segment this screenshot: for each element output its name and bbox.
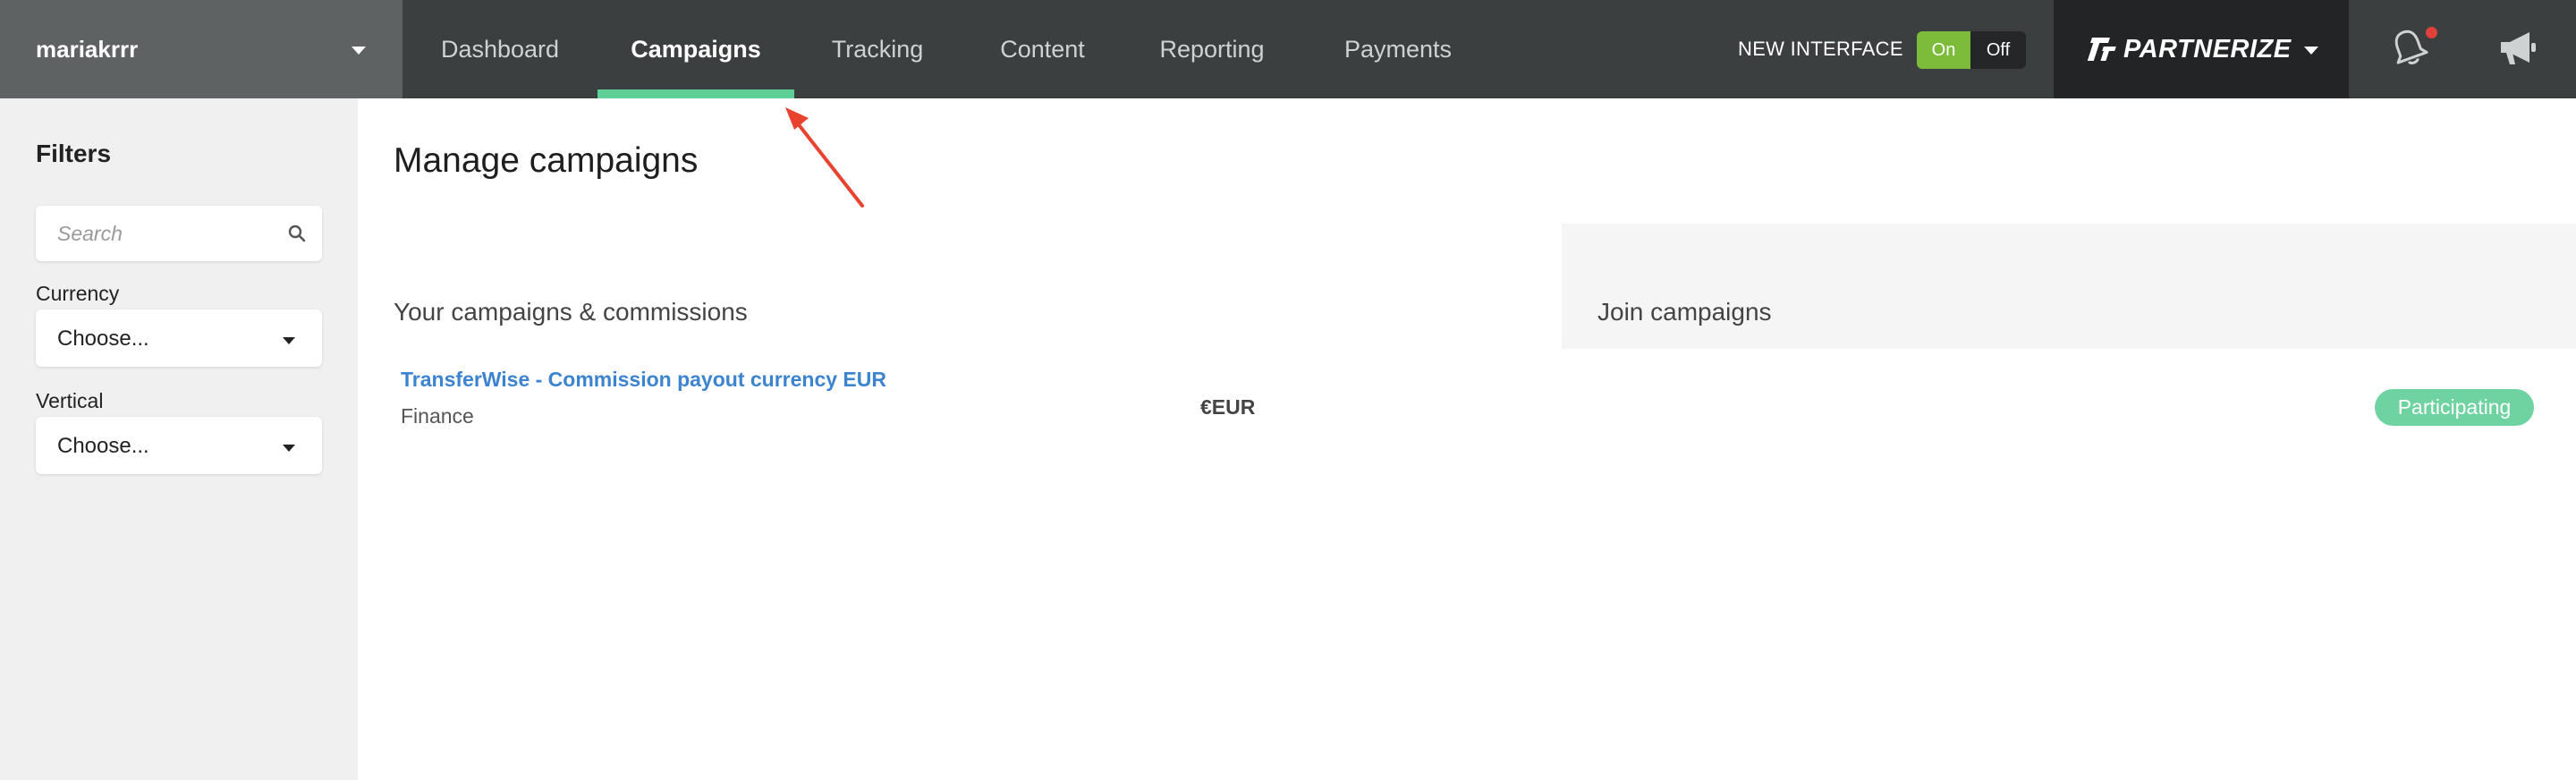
account-name: mariakrrr xyxy=(36,35,139,63)
nav-item-payments[interactable]: Payments xyxy=(1300,0,1496,98)
your-campaigns-title: Your campaigns & commissions xyxy=(394,298,748,326)
filters-sidebar: Filters Currency Choose... Vertical Choo… xyxy=(0,98,358,780)
partnerize-logo: PARTNERIZE xyxy=(2087,34,2292,64)
currency-select-value: Choose... xyxy=(57,326,149,351)
notification-dot xyxy=(2426,27,2437,38)
nav-item-content[interactable]: Content xyxy=(961,0,1124,98)
campaign-name-link[interactable]: TransferWise - Commission payout currenc… xyxy=(401,368,886,392)
nav-item-campaigns[interactable]: Campaigns xyxy=(597,0,794,98)
filters-title: Filters xyxy=(36,140,112,167)
megaphone-icon[interactable] xyxy=(2497,29,2538,68)
chevron-down-icon xyxy=(352,47,366,55)
account-switcher[interactable]: mariakrrr xyxy=(0,0,402,98)
partnerize-mark-icon xyxy=(2087,38,2118,61)
top-navigation-bar: mariakrrr Dashboard Campaigns Tracking C… xyxy=(0,0,2576,98)
campaign-currency: €EUR xyxy=(1200,395,1256,419)
nav-item-tracking[interactable]: Tracking xyxy=(794,0,961,98)
brand-name: PARTNERIZE xyxy=(2123,34,2292,64)
new-interface-label: NEW INTERFACE xyxy=(1738,38,1903,60)
join-campaigns-title[interactable]: Join campaigns xyxy=(1597,298,1772,326)
search-icon[interactable] xyxy=(287,224,307,243)
nav-item-dashboard[interactable]: Dashboard xyxy=(402,0,597,98)
new-interface-toggle[interactable]: On Off xyxy=(1917,31,2026,69)
search-field xyxy=(36,206,322,261)
vertical-select[interactable]: Choose... xyxy=(36,417,322,474)
page-title: Manage campaigns xyxy=(394,141,699,180)
vertical-select-value: Choose... xyxy=(57,434,149,458)
search-input[interactable] xyxy=(57,206,281,261)
currency-label: Currency xyxy=(36,282,120,305)
chevron-down-icon xyxy=(2304,47,2318,55)
status-badge: Participating xyxy=(2375,389,2534,426)
chevron-down-icon xyxy=(283,337,295,344)
chevron-down-icon xyxy=(283,445,295,452)
toggle-on-option[interactable]: On xyxy=(1917,31,1970,69)
main-nav: Dashboard Campaigns Tracking Content Rep… xyxy=(402,0,1496,98)
toggle-off-option[interactable]: Off xyxy=(1970,31,2026,69)
brand-switcher[interactable]: PARTNERIZE xyxy=(2054,0,2349,98)
bell-icon[interactable] xyxy=(2386,25,2431,70)
arrow-annotation-icon xyxy=(785,107,864,208)
vertical-label: Vertical xyxy=(36,389,104,412)
campaign-vertical: Finance xyxy=(401,404,474,428)
nav-item-reporting[interactable]: Reporting xyxy=(1124,0,1300,98)
join-campaigns-panel: Join campaigns xyxy=(1562,224,2576,349)
currency-select[interactable]: Choose... xyxy=(36,309,322,367)
